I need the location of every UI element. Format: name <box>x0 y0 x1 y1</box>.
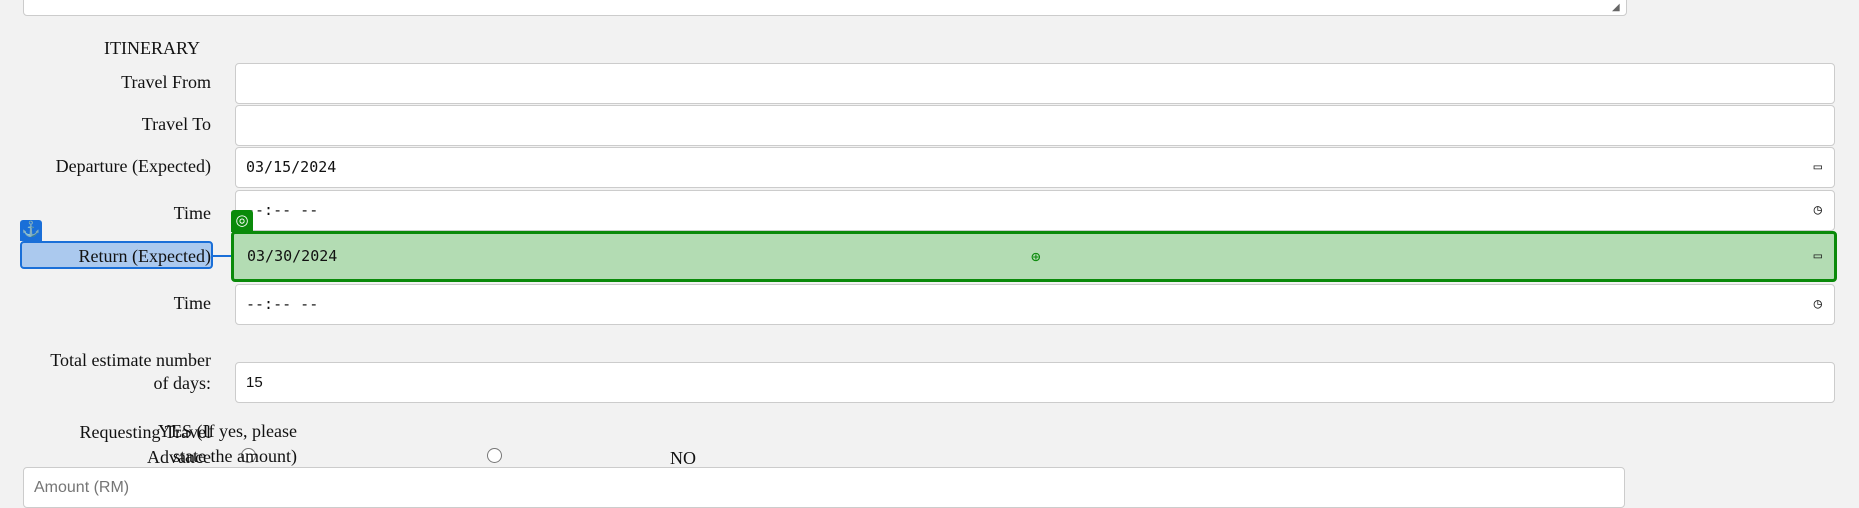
days-value: 15 <box>246 374 263 391</box>
anchor-icon: ⚓ <box>21 222 41 238</box>
crosshair-icon: ⊕ <box>1031 247 1041 266</box>
return-time-value: --:-- -- <box>246 295 319 313</box>
days-label-1: Total estimate number <box>50 350 211 370</box>
yes-label-2: state the amount) <box>173 446 297 466</box>
departure-time-value: --:-- -- <box>246 201 319 219</box>
travel-to-label: Travel To <box>141 114 211 134</box>
travel-to-input[interactable] <box>235 105 1835 146</box>
days-input[interactable]: 15 <box>235 362 1835 403</box>
notes-textarea[interactable] <box>23 0 1627 16</box>
travel-from-label: Travel From <box>121 72 211 92</box>
return-label: Return (Expected) <box>78 246 211 266</box>
departure-date-input[interactable]: 03/15/2024 ▭ <box>235 147 1835 188</box>
no-label: NO <box>670 448 696 468</box>
section-title: ITINERARY <box>104 38 200 58</box>
travel-from-input[interactable] <box>235 63 1835 104</box>
anchor-badge: ⚓ <box>20 220 42 241</box>
departure-label: Departure (Expected) <box>55 156 211 176</box>
days-label-2: of days: <box>153 373 212 393</box>
calendar-icon[interactable]: ▭ <box>1814 148 1822 187</box>
yes-label-1: YES (If yes, please <box>158 421 297 441</box>
advance-no-radio[interactable] <box>487 448 502 463</box>
clock-icon[interactable]: ◷ <box>1814 285 1822 324</box>
amount-input[interactable] <box>23 467 1625 508</box>
return-time-input[interactable]: --:-- -- ◷ <box>235 284 1835 325</box>
resize-handle[interactable]: ◢ <box>1612 2 1620 13</box>
clock-icon[interactable]: ◷ <box>1814 191 1822 230</box>
departure-time-input[interactable]: --:-- -- ◷ <box>235 190 1835 231</box>
return-date-input[interactable]: 03/30/2024 ⊕ ▭ <box>231 231 1837 282</box>
target-badge: ◎ <box>231 210 253 232</box>
departure-value: 03/15/2024 <box>246 158 337 176</box>
departure-time-label: Time <box>173 203 211 223</box>
target-icon: ◎ <box>235 213 249 229</box>
calendar-icon[interactable]: ▭ <box>1814 234 1822 279</box>
return-value: 03/30/2024 <box>247 247 338 265</box>
connector-line <box>213 255 231 257</box>
return-time-label: Time <box>173 293 211 313</box>
